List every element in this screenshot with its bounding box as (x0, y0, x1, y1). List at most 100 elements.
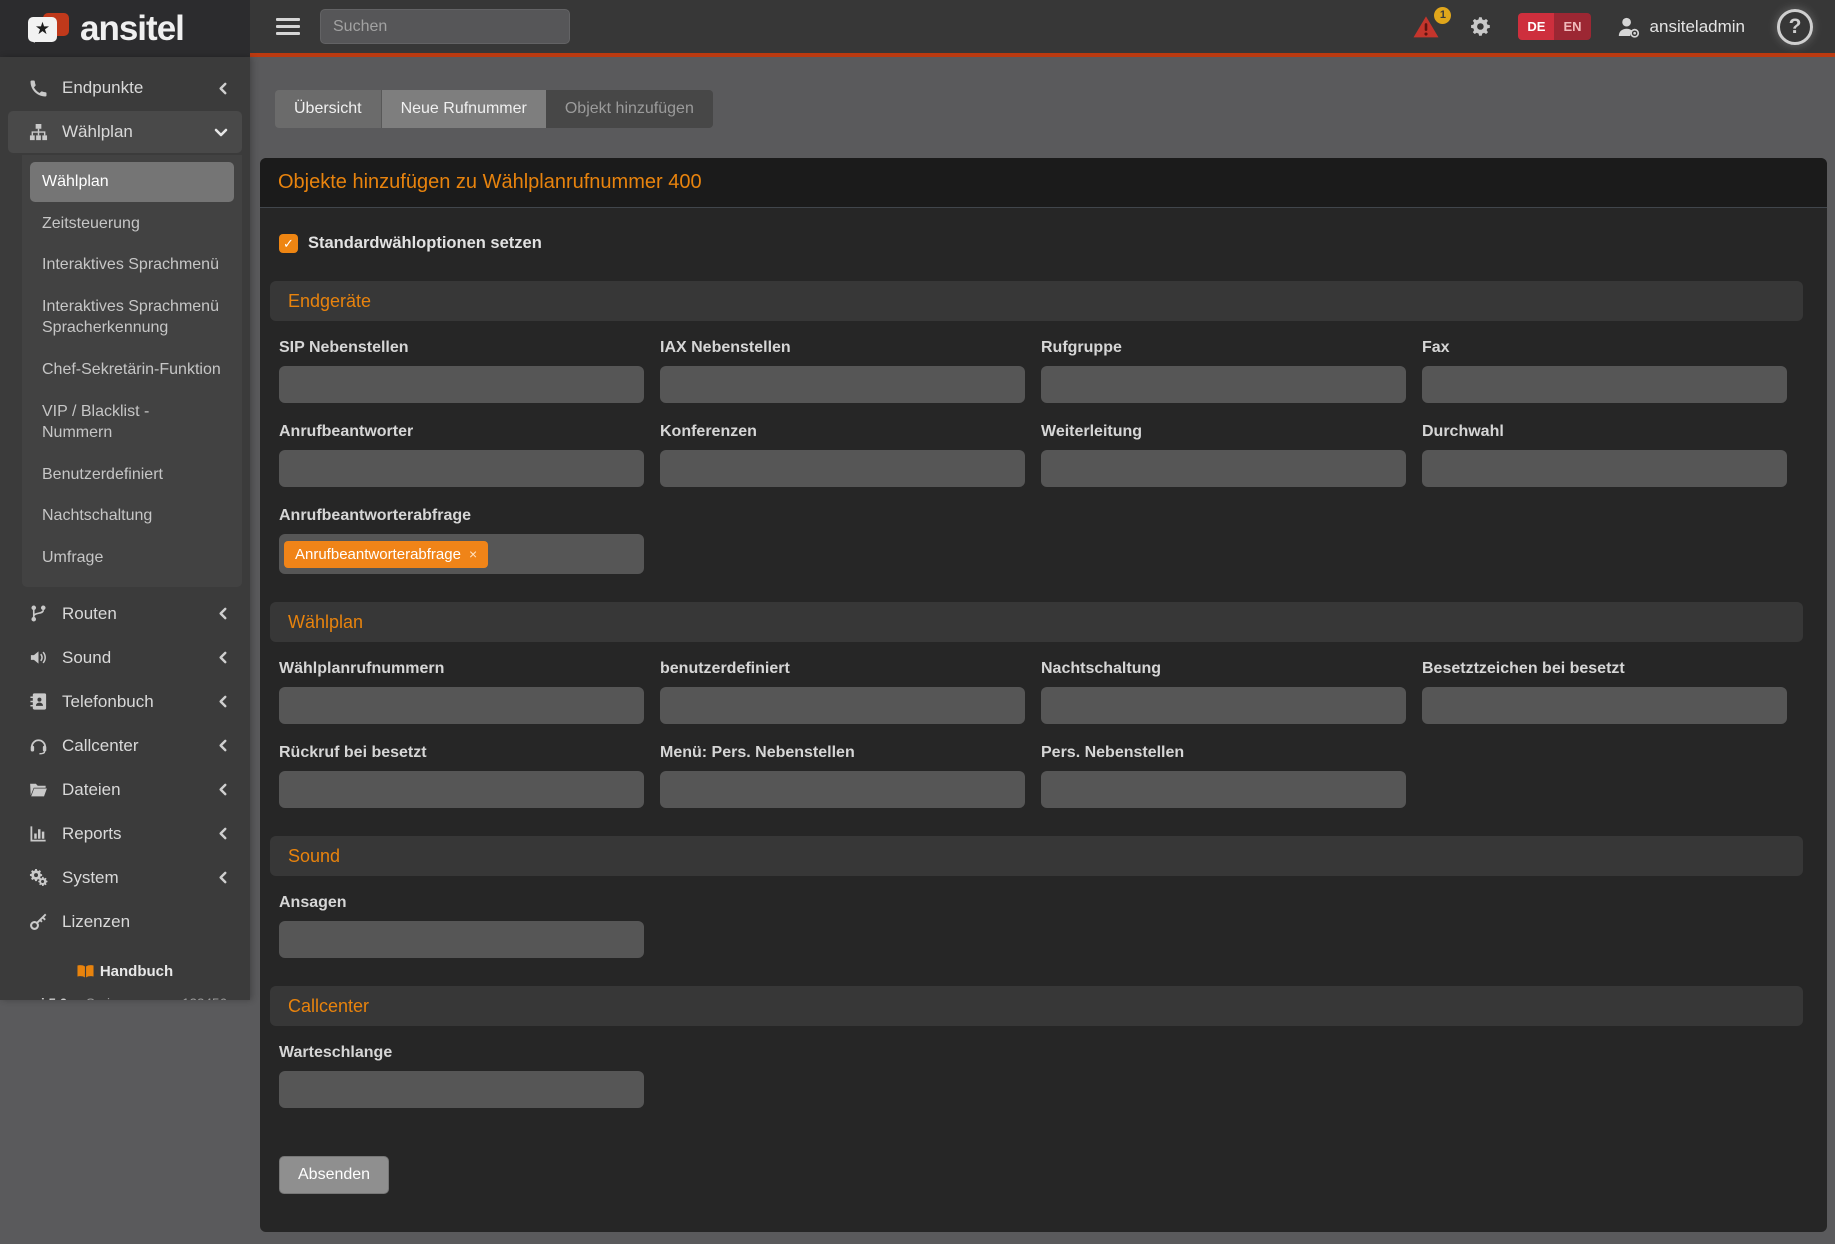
chevron-left-icon (217, 871, 228, 884)
besetztzeichen-bei-besetzt-input[interactable] (1422, 687, 1787, 724)
default-options-row: ✓ Standardwähloptionen setzen (279, 234, 1827, 253)
sidebar-item-endpunkte[interactable]: Endpunkte (8, 67, 242, 109)
sidebar-item-dateien[interactable]: Dateien (8, 769, 242, 811)
sidebar-item-lizenzen[interactable]: Lizenzen (8, 901, 242, 943)
field-weiterleitung: Weiterleitung (1041, 423, 1406, 487)
field-label: Anrufbeantworterabfrage (279, 507, 644, 525)
tab-objekt-hinzuf-gen[interactable]: Objekt hinzufügen (546, 90, 713, 128)
field-ansagen: Ansagen (279, 894, 644, 958)
section-title: Sound (270, 836, 1803, 876)
w-hlplanrufnummern-input[interactable] (279, 687, 644, 724)
fax-input[interactable] (1422, 366, 1787, 403)
weiterleitung-input[interactable] (1041, 450, 1406, 487)
sidebar-item-reports[interactable]: Reports (8, 813, 242, 855)
ansagen-input[interactable] (279, 921, 644, 958)
tag-remove-icon[interactable]: × (469, 546, 477, 562)
section-title: Wählplan (270, 602, 1803, 642)
sidebar-subitem-interaktives-sprachmen[interactable]: Interaktives Sprachmenü (30, 245, 234, 285)
sidebar-subitem-nachtschaltung[interactable]: Nachtschaltung (30, 496, 234, 536)
nachtschaltung-input[interactable] (1041, 687, 1406, 724)
sidebar-item-telefonbuch[interactable]: Telefonbuch (8, 681, 242, 723)
durchwahl-input[interactable] (1422, 450, 1787, 487)
search-input[interactable] (320, 9, 570, 44)
tab-bersicht[interactable]: Übersicht (275, 90, 382, 128)
field-label: Konferenzen (660, 423, 1025, 441)
chat-bubbles-logo-icon: ★ (26, 8, 72, 50)
tag-label: Anrufbeantworterabfrage (295, 546, 461, 563)
alert-count-badge: 1 (1434, 7, 1451, 24)
sections-container: EndgeräteSIP NebenstellenIAX Nebenstelle… (260, 281, 1827, 1108)
sidebar-item-label: Callcenter (62, 736, 139, 756)
version-info: awi 5.0•Seriennummer: 123456 (0, 996, 250, 1000)
sidebar-item-sound[interactable]: Sound (8, 637, 242, 679)
user-menu[interactable]: ansiteladmin (1617, 16, 1745, 38)
field-label: Menü: Pers. Nebenstellen (660, 744, 1025, 762)
r-ckruf-bei-besetzt-input[interactable] (279, 771, 644, 808)
field-konferenzen: Konferenzen (660, 423, 1025, 487)
book-icon (77, 964, 94, 979)
submit-button[interactable]: Absenden (279, 1156, 389, 1194)
fields-grid: Warteschlange (279, 1044, 1787, 1108)
sidebar-subitem-vip-blacklist-nummern[interactable]: VIP / Blacklist - Nummern (30, 392, 234, 453)
sip-nebenstellen-input[interactable] (279, 366, 644, 403)
chevron-left-icon (217, 651, 228, 664)
headset-icon (26, 736, 50, 755)
anrufbeantworterabfrage-input[interactable]: Anrufbeantworterabfrage × (279, 534, 644, 574)
benutzerdefiniert-input[interactable] (660, 687, 1025, 724)
field-label: Pers. Nebenstellen (1041, 744, 1406, 762)
chevron-left-icon (217, 827, 228, 840)
men-pers-nebenstellen-input[interactable] (660, 771, 1025, 808)
warning-icon[interactable]: 1 (1409, 11, 1443, 43)
field-benutzerdefiniert: benutzerdefiniert (660, 660, 1025, 724)
default-options-checkbox[interactable]: ✓ (279, 234, 298, 253)
sitemap-icon (26, 123, 50, 142)
cogs-icon (26, 868, 50, 887)
sidebar-subitem-interaktives-sprachmen-spracherkennung[interactable]: Interaktives Sprachmenü Spracherkennung (30, 287, 234, 348)
sidebar-item-callcenter[interactable]: Callcenter (8, 725, 242, 767)
sidebar-subitem-zeitsteuerung[interactable]: Zeitsteuerung (30, 204, 234, 244)
speaker-icon (26, 648, 50, 667)
field-label: Rückruf bei besetzt (279, 744, 644, 762)
section-sound: Sound Ansagen (260, 836, 1827, 958)
rufgruppe-input[interactable] (1041, 366, 1406, 403)
layout: EndpunkteWählplanWählplanZeitsteuerungIn… (0, 57, 1835, 1232)
sidebar-item-system[interactable]: System (8, 857, 242, 899)
fields-grid: WählplanrufnummernbenutzerdefiniertNacht… (279, 660, 1787, 808)
sidebar-item-label: Dateien (62, 780, 121, 800)
field-r-ckruf-bei-besetzt: Rückruf bei besetzt (279, 744, 644, 808)
warteschlange-input[interactable] (279, 1071, 644, 1108)
sidebar-item-routen[interactable]: Routen (8, 593, 242, 635)
iax-nebenstellen-input[interactable] (660, 366, 1025, 403)
sidebar-subitem-benutzerdefiniert[interactable]: Benutzerdefiniert (30, 455, 234, 495)
lang-de[interactable]: DE (1518, 13, 1554, 40)
field-label: Fax (1422, 339, 1787, 357)
field-label: SIP Nebenstellen (279, 339, 644, 357)
field-label: Wählplanrufnummern (279, 660, 644, 678)
gear-icon[interactable] (1469, 15, 1492, 38)
manual-link[interactable]: Handbuch (77, 963, 173, 980)
sidebar-subitem-chef-sekret-rin-funktion[interactable]: Chef-Sekretärin-Funktion (30, 350, 234, 390)
section-title: Callcenter (270, 986, 1803, 1026)
section-title: Endgeräte (270, 281, 1803, 321)
logo-star-icon: ★ (28, 17, 57, 42)
menu-icon[interactable] (276, 18, 300, 35)
language-toggle[interactable]: DE EN (1518, 13, 1590, 40)
chevron-left-icon (217, 82, 228, 95)
anrufbeantworter-input[interactable] (279, 450, 644, 487)
tab-neue-rufnummer[interactable]: Neue Rufnummer (382, 90, 546, 128)
sidebar-subitem-w-hlplan[interactable]: Wählplan (30, 162, 234, 202)
konferenzen-input[interactable] (660, 450, 1025, 487)
logo[interactable]: ★ ansitel (0, 0, 250, 57)
sidebar: EndpunkteWählplanWählplanZeitsteuerungIn… (0, 57, 250, 1000)
sidebar-footer: Handbuch awi 5.0•Seriennummer: 123456 (0, 963, 250, 1000)
field-w-hlplanrufnummern: Wählplanrufnummern (279, 660, 644, 724)
field-label: Weiterleitung (1041, 423, 1406, 441)
section-callcenter: Callcenter Warteschlange (260, 986, 1827, 1108)
chevron-left-icon (217, 783, 228, 796)
help-icon[interactable]: ? (1777, 9, 1813, 45)
sidebar-subitem-umfrage[interactable]: Umfrage (30, 538, 234, 578)
pers-nebenstellen-input[interactable] (1041, 771, 1406, 808)
sidebar-item-w-hlplan[interactable]: Wählplan (8, 111, 242, 153)
lang-en[interactable]: EN (1554, 13, 1590, 40)
field-warteschlange: Warteschlange (279, 1044, 644, 1108)
